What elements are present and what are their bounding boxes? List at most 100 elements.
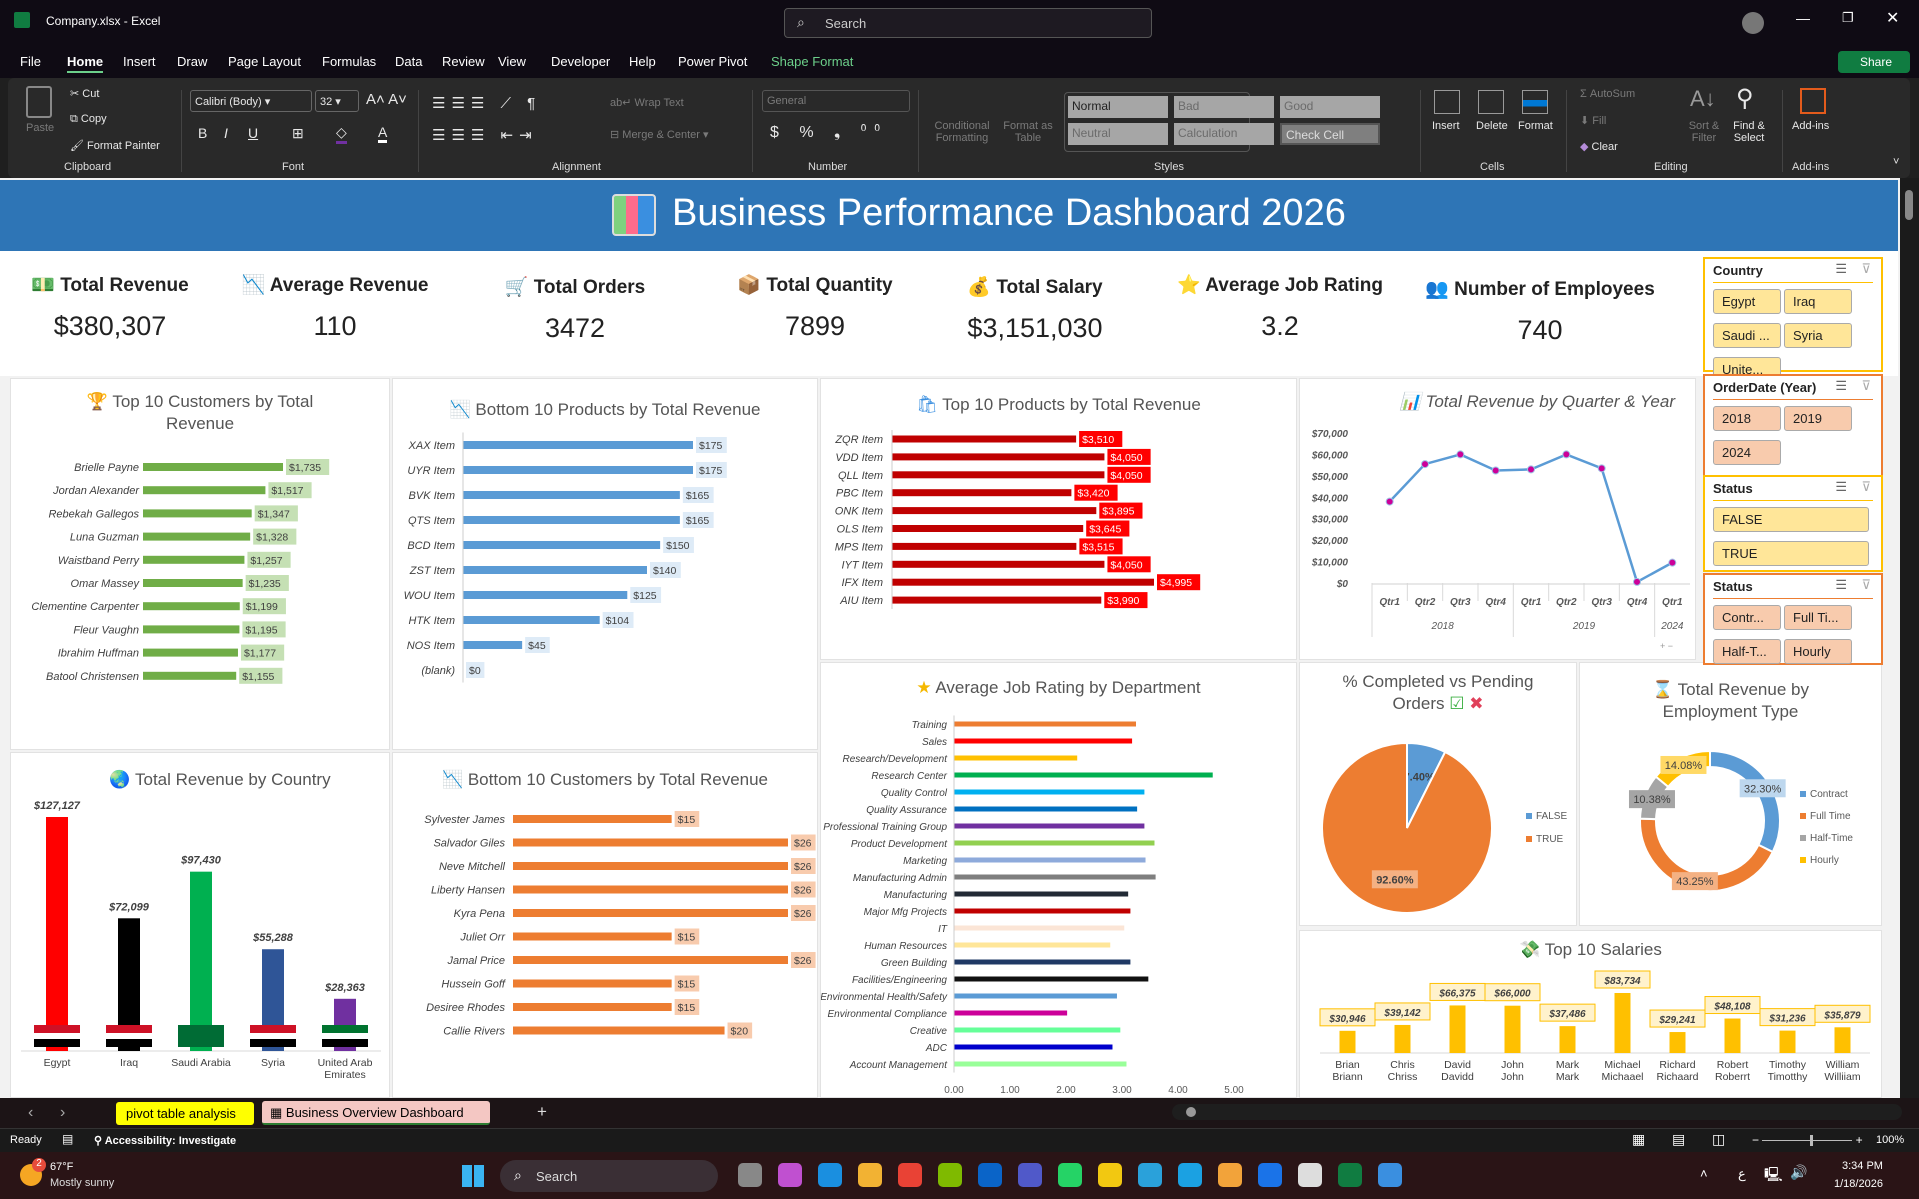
slicer-item[interactable]: Saudi ... bbox=[1713, 323, 1781, 348]
menu-tab-data[interactable]: Data bbox=[395, 54, 422, 69]
addins-button[interactable]: Add-ins bbox=[1792, 120, 1829, 132]
share-button[interactable]: Share bbox=[1838, 51, 1910, 73]
menu-tab-developer[interactable]: Developer bbox=[551, 54, 610, 69]
slicer-item[interactable]: 2019 bbox=[1784, 406, 1852, 431]
italic-button[interactable]: I bbox=[224, 125, 228, 141]
maximize-button[interactable]: ❐ bbox=[1842, 10, 1854, 26]
merge-center-button[interactable]: ⊟ Merge & Center ▾ bbox=[610, 128, 709, 141]
employment-type-chart[interactable]: ⌛ Total Revenue by Employment Type 32.30… bbox=[1579, 662, 1882, 926]
volume-icon[interactable]: 🔊 bbox=[1790, 1164, 1807, 1181]
prev-sheet-icon[interactable]: ‹ bbox=[28, 1104, 33, 1122]
clear-button[interactable]: ◆ Clear bbox=[1580, 140, 1618, 153]
avatar[interactable] bbox=[1742, 12, 1764, 34]
bottom-customers-chart[interactable]: 📉 Bottom 10 Customers by Total Revenue S… bbox=[392, 752, 818, 1098]
cut-button[interactable]: ✂ Cut bbox=[70, 87, 99, 100]
clear-filter-icon[interactable]: ⊽ bbox=[1861, 261, 1871, 277]
add-sheet-button[interactable]: + bbox=[537, 1102, 547, 1122]
page-layout-icon[interactable]: ▤ bbox=[1672, 1131, 1685, 1148]
addins-icon[interactable] bbox=[1800, 88, 1826, 114]
taskbar-search[interactable]: ⌕ Search bbox=[500, 1160, 718, 1192]
sheet-tab-pivot[interactable]: pivot table analysis bbox=[116, 1102, 254, 1125]
paste-button[interactable]: Paste bbox=[26, 122, 54, 134]
tray-overflow-icon[interactable]: ˄ bbox=[1700, 1166, 1708, 1181]
slicer-item[interactable]: Egypt bbox=[1713, 289, 1781, 314]
language-indicator[interactable]: ع bbox=[1738, 1166, 1746, 1182]
horizontal-align-icons[interactable]: ☰☰☰ ⇤⇥ bbox=[432, 126, 538, 144]
bold-button[interactable]: B bbox=[198, 125, 207, 141]
task-view-icon[interactable] bbox=[738, 1163, 762, 1187]
menu-tab-power-pivot[interactable]: Power Pivot bbox=[678, 54, 747, 69]
copy-button[interactable]: ⧉ Copy bbox=[70, 113, 107, 126]
bottom-products-chart[interactable]: 📉 Bottom 10 Products by Total Revenue XA… bbox=[392, 378, 818, 750]
clear-filter-icon[interactable]: ⊽ bbox=[1861, 479, 1871, 495]
menu-tab-draw[interactable]: Draw bbox=[177, 54, 207, 69]
quarterly-revenue-chart[interactable]: 📊 Total Revenue by Quarter & Year $0 $10,… bbox=[1299, 378, 1696, 660]
top-products-chart[interactable]: 🛍 Top 10 Products by Total Revenue ZQR I… bbox=[820, 378, 1297, 660]
cell-style-normal[interactable]: Normal bbox=[1068, 96, 1168, 118]
font-size-select[interactable]: 32 ▾ bbox=[315, 90, 359, 112]
photos-icon[interactable] bbox=[1378, 1163, 1402, 1187]
teams-icon[interactable] bbox=[1018, 1163, 1042, 1187]
minimize-button[interactable]: — bbox=[1796, 10, 1810, 26]
country-revenue-chart[interactable]: 🌏 Total Revenue by Country $127,127 Egypt… bbox=[10, 752, 390, 1098]
telegram-icon[interactable] bbox=[1138, 1163, 1162, 1187]
sort-filter-button[interactable]: Sort & Filter bbox=[1684, 120, 1724, 144]
font-name-select[interactable]: Calibri (Body) ▾ bbox=[190, 90, 312, 112]
menu-tab-review[interactable]: Review bbox=[442, 54, 485, 69]
start-button[interactable] bbox=[462, 1165, 484, 1187]
slicer-item[interactable]: Contr... bbox=[1713, 605, 1781, 630]
menu-tab-page-layout[interactable]: Page Layout bbox=[228, 54, 301, 69]
accessibility-status[interactable]: ⚲ Accessibility: Investigate bbox=[94, 1134, 236, 1147]
slicer-item[interactable]: FALSE bbox=[1713, 507, 1869, 532]
file-explorer-icon[interactable] bbox=[858, 1163, 882, 1187]
grow-font-icon[interactable]: A˄ A˅ bbox=[366, 91, 407, 108]
excel-taskbar-icon[interactable] bbox=[1338, 1163, 1362, 1187]
clear-filter-icon[interactable]: ⊽ bbox=[1861, 378, 1871, 394]
chrome-icon[interactable] bbox=[898, 1163, 922, 1187]
slicer-item[interactable]: 2024 bbox=[1713, 440, 1781, 465]
cell-style-good[interactable]: Good bbox=[1280, 96, 1380, 118]
app-icon[interactable] bbox=[1178, 1163, 1202, 1187]
sheet-tab-dashboard[interactable]: ▦ Business Overview Dashboard bbox=[262, 1101, 490, 1125]
menu-tab-shape-format[interactable]: Shape Format bbox=[771, 54, 853, 69]
macro-icon[interactable]: ▤ bbox=[62, 1132, 73, 1146]
slicer-item[interactable]: 2018 bbox=[1713, 406, 1781, 431]
multi-select-icon[interactable]: ☰ bbox=[1835, 378, 1847, 394]
cell-style-neutral[interactable]: Neutral bbox=[1068, 123, 1168, 145]
menu-tab-insert[interactable]: Insert bbox=[123, 54, 156, 69]
slicer-item[interactable]: Iraq bbox=[1784, 289, 1852, 314]
borders-icon[interactable]: ⊞ bbox=[292, 125, 304, 142]
slicer-item[interactable]: Full Ti... bbox=[1784, 605, 1852, 630]
job-rating-chart[interactable]: ★ Average Job Rating by Department Train… bbox=[820, 662, 1297, 1098]
clear-filter-icon[interactable]: ⊽ bbox=[1861, 577, 1871, 593]
conditional-formatting-button[interactable]: Conditional Formatting bbox=[930, 120, 994, 144]
slicer-item[interactable]: TRUE bbox=[1713, 541, 1869, 566]
copilot-icon[interactable] bbox=[778, 1163, 802, 1187]
obs-icon[interactable] bbox=[1298, 1163, 1322, 1187]
multi-select-icon[interactable]: ☰ bbox=[1835, 261, 1847, 277]
number-format-select[interactable]: General bbox=[762, 90, 910, 112]
cell-style-check-cell[interactable]: Check Cell bbox=[1280, 123, 1380, 145]
fill-button[interactable]: ⬇ Fill bbox=[1580, 114, 1606, 127]
horizontal-scrollbar[interactable] bbox=[1172, 1104, 1902, 1120]
multi-select-icon[interactable]: ☰ bbox=[1835, 577, 1847, 593]
menu-tab-view[interactable]: View bbox=[498, 54, 526, 69]
cell-style-bad[interactable]: Bad bbox=[1174, 96, 1274, 118]
edge-icon[interactable] bbox=[818, 1163, 842, 1187]
power-bi-icon[interactable] bbox=[1098, 1163, 1122, 1187]
autosum-button[interactable]: Σ AutoSum bbox=[1580, 88, 1635, 100]
network-icon[interactable]: 🖳 bbox=[1764, 1164, 1783, 1188]
top-customers-chart[interactable]: 🏆 Top 10 Customers by Total Revenue Brie… bbox=[10, 378, 390, 750]
cell-style-calculation[interactable]: Calculation bbox=[1174, 123, 1274, 145]
font-color-icon[interactable]: A bbox=[378, 124, 388, 143]
snipping-tool-icon[interactable] bbox=[1218, 1163, 1242, 1187]
wrap-text-button[interactable]: ab↵ Wrap Text bbox=[610, 96, 684, 109]
search-box[interactable]: ⌕ Search bbox=[784, 8, 1152, 38]
menu-tab-help[interactable]: Help bbox=[629, 54, 656, 69]
menu-tab-home[interactable]: Home bbox=[67, 54, 104, 73]
multi-select-icon[interactable]: ☰ bbox=[1835, 479, 1847, 495]
delete-button[interactable]: Delete bbox=[1476, 120, 1508, 132]
normal-view-icon[interactable]: ▦ bbox=[1632, 1131, 1645, 1148]
format-button[interactable]: Format bbox=[1518, 120, 1553, 132]
outlook-icon[interactable] bbox=[978, 1163, 1002, 1187]
